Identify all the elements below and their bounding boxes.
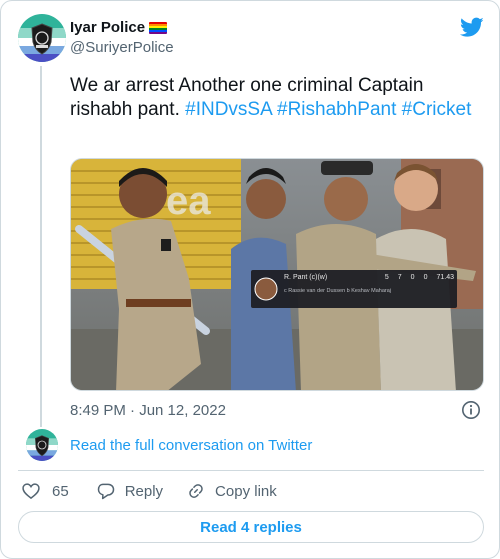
scoreboard-sixes: 0 — [423, 274, 428, 281]
info-icon[interactable] — [461, 400, 481, 420]
copy-link-button[interactable]: Copy link — [186, 481, 277, 501]
read-replies-button[interactable]: Read 4 replies — [18, 511, 484, 543]
read-full-conversation-link[interactable]: Read the full conversation on Twitter — [70, 437, 312, 454]
hashtag-rishabhpant[interactable]: #RishabhPant — [277, 99, 396, 120]
author-avatar-small[interactable] — [26, 429, 58, 461]
scoreboard-text: R. Pant (c)(w) 5 7 0 0 71.43 c Rassie va… — [284, 274, 454, 294]
scoreboard-runs: 7 — [397, 274, 402, 281]
scoreboard-dismissal: c Rassie van der Dussen b Keshav Maharaj — [284, 288, 391, 294]
police-badge-icon — [18, 14, 66, 62]
divider — [18, 470, 484, 471]
hashtag-cricket[interactable]: #Cricket — [402, 99, 472, 120]
heart-icon — [22, 483, 40, 500]
author-display-name[interactable]: Iyar Police — [70, 19, 145, 36]
copy-link-label: Copy link — [215, 482, 277, 500]
author-name-row[interactable]: Iyar Police — [70, 19, 168, 36]
tweet-timestamp[interactable]: 8:49 PM · Jun 12, 2022 — [70, 402, 226, 419]
twitter-bird-icon[interactable] — [460, 15, 484, 39]
tweet-card: Iyar Police @SuriyerPolice We ar arrest … — [0, 0, 500, 559]
rainbow-flag-icon — [149, 21, 168, 34]
reply-label: Reply — [124, 482, 164, 500]
reply-button[interactable]: Reply — [96, 481, 163, 501]
reply-bubble-icon — [97, 483, 114, 500]
like-button[interactable]: 65 — [21, 481, 69, 501]
like-count: 65 — [52, 482, 69, 500]
svg-text:ea: ea — [166, 179, 211, 223]
scoreboard-fours: 0 — [410, 274, 415, 281]
action-bar: 65 Reply Copy link — [21, 480, 277, 502]
scoreboard-player: R. Pant (c)(w) — [284, 274, 328, 281]
tweet-text: We ar arrest Another one criminal Captai… — [70, 74, 484, 122]
scoreboard-balls: 5 — [384, 274, 389, 281]
scoreboard-strike-rate: 71.43 — [436, 274, 454, 281]
hashtag-indvssa[interactable]: #INDvsSA — [185, 99, 272, 120]
author-handle[interactable]: @SuriyerPolice — [70, 39, 174, 56]
tweet-media-photo[interactable]: ea R. Pant (c)(w) 5 7 0 0 71.43 c Rassie… — [70, 158, 484, 391]
thread-line — [40, 66, 42, 427]
link-icon — [189, 484, 203, 498]
police-badge-icon — [26, 429, 58, 461]
author-avatar[interactable] — [18, 14, 66, 62]
